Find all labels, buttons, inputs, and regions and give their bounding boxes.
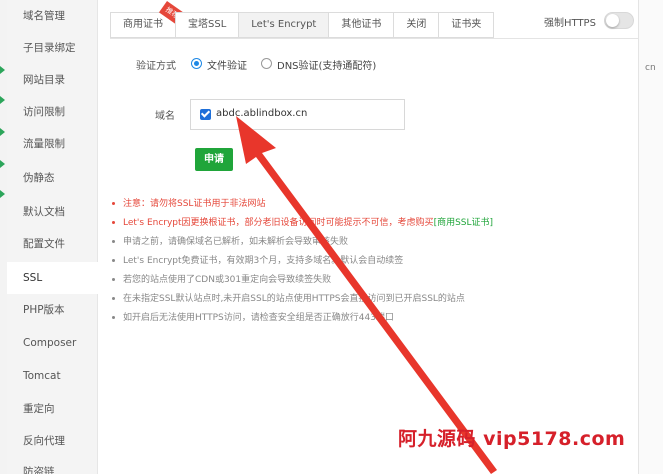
domain-label: 域名 <box>155 111 175 122</box>
ssl-tab-bar: 商用证书 推荐 宝塔SSL Let's Encrypt 其他证书 关闭 证书夹 <box>110 0 495 38</box>
marker-icon <box>0 190 5 198</box>
watermark-text: 阿九源码 vip5178.com <box>398 428 626 450</box>
marker-icon <box>0 96 5 104</box>
buy-commercial-ssl-link[interactable]: [商用SSL证书] <box>434 218 493 228</box>
note-item: 在未指定SSL默认站点时,未开启SSL的站点使用HTTPS会直接访问到已开启SS… <box>110 291 465 305</box>
note-item: Let's Encrypt免费证书，有效期3个月，支持多域名。默认会自动续签 <box>110 253 403 267</box>
tab-label: 商用证书 <box>123 19 163 30</box>
sidebar-item-tomcat[interactable]: Tomcat <box>7 360 98 392</box>
sidebar-item-access-limit[interactable]: 访问限制 <box>7 96 98 128</box>
sidebar-item-rewrite[interactable]: 伪静态 <box>7 162 98 194</box>
domain-value: abdc.ablindbox.cn <box>216 108 308 119</box>
right-panel-text: cn <box>645 63 656 73</box>
sidebar-item-proxy[interactable]: 反向代理 <box>7 425 98 457</box>
marker-icon <box>0 160 5 168</box>
radio-dns-verify-label: DNS验证(支持通配符) <box>277 61 377 72</box>
tab-divider <box>110 38 638 39</box>
site-settings-sidebar: 域名管理 子目录绑定 网站目录 访问限制 流量限制 伪静态 默认文档 配置文件 … <box>7 0 98 474</box>
force-https-label: 强制HTTPS <box>544 18 596 29</box>
sidebar-item-domain[interactable]: 域名管理 <box>7 0 98 32</box>
sidebar-item-default-doc[interactable]: 默认文档 <box>7 196 98 228</box>
marker-icon <box>0 66 5 74</box>
sidebar-item-redirect[interactable]: 重定向 <box>7 393 98 425</box>
verify-method-label: 验证方式 <box>136 61 176 72</box>
left-edge-strip <box>0 0 7 474</box>
note-text: Let's Encrypt因更换根证书，部分老旧设备访问时可能提示不可信，考虑购… <box>123 218 434 228</box>
tab-other-cert[interactable]: 其他证书 <box>328 12 394 38</box>
marker-icon <box>0 128 5 136</box>
tab-close[interactable]: 关闭 <box>393 12 439 38</box>
apply-button[interactable]: 申请 <box>195 148 233 171</box>
radio-file-verify[interactable] <box>191 58 202 69</box>
tab-lets-encrypt[interactable]: Let's Encrypt <box>238 12 329 38</box>
sidebar-item-ssl[interactable]: SSL <box>7 262 98 294</box>
tab-commercial-cert[interactable]: 商用证书 推荐 <box>110 0 186 38</box>
sidebar-item-hotlink[interactable]: 防盗链 <box>7 456 98 474</box>
tab-bt-ssl[interactable]: 宝塔SSL <box>175 12 239 38</box>
sidebar-item-traffic-limit[interactable]: 流量限制 <box>7 128 98 160</box>
note-item: 注意：请勿将SSL证书用于非法网站 <box>110 196 265 210</box>
sidebar-item-subdir[interactable]: 子目录绑定 <box>7 32 98 64</box>
radio-dns-verify[interactable] <box>261 58 272 69</box>
sidebar-item-php[interactable]: PHP版本 <box>7 294 98 326</box>
force-https-toggle[interactable] <box>604 12 634 29</box>
note-item: 如开启后无法使用HTTPS访问，请检查安全组是否正确放行443端口 <box>110 310 394 324</box>
sidebar-item-site-dir[interactable]: 网站目录 <box>7 64 98 96</box>
note-item: 申请之前，请确保域名已解析，如未解析会导致审核失败 <box>110 234 348 248</box>
sidebar-item-config[interactable]: 配置文件 <box>7 228 98 260</box>
tab-cert-folder[interactable]: 证书夹 <box>438 12 495 38</box>
radio-file-verify-label: 文件验证 <box>207 61 247 72</box>
sidebar-item-composer[interactable]: Composer <box>7 327 98 359</box>
domain-checkbox[interactable] <box>200 109 211 120</box>
note-item: 若您的站点使用了CDN或301重定向会导致续签失败 <box>110 272 331 286</box>
note-item: Let's Encrypt因更换根证书，部分老旧设备访问时可能提示不可信，考虑购… <box>110 215 493 229</box>
toggle-knob <box>606 14 619 27</box>
